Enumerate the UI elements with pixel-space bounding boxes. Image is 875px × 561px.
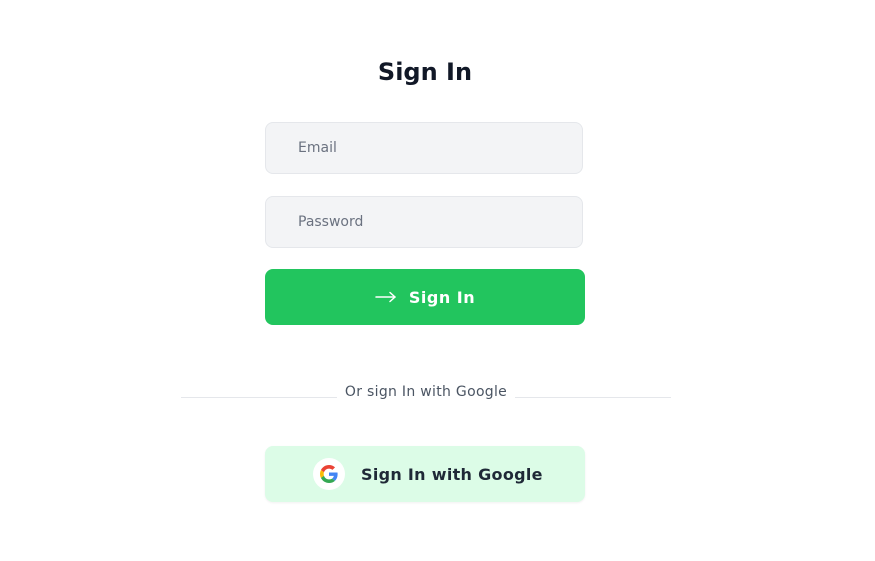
- password-field[interactable]: [265, 196, 583, 248]
- divider-line-left: [181, 396, 337, 398]
- email-field[interactable]: [265, 122, 583, 174]
- sign-in-button[interactable]: Sign In: [265, 269, 585, 325]
- sign-in-button-label: Sign In: [408, 287, 476, 307]
- page-title: Sign In: [377, 58, 473, 86]
- sign-in-page: Sign In Sign In Or sign In with Google S…: [0, 0, 875, 561]
- google-sign-in-label: Sign In with Google: [361, 464, 543, 484]
- google-sign-in-button[interactable]: Sign In with Google: [265, 446, 585, 502]
- or-divider: Or sign In with Google: [181, 382, 672, 402]
- divider-line-right: [515, 396, 672, 398]
- divider-text: Or sign In with Google: [344, 384, 508, 400]
- google-g-icon: [313, 458, 345, 490]
- arrow-right-icon: [375, 291, 397, 303]
